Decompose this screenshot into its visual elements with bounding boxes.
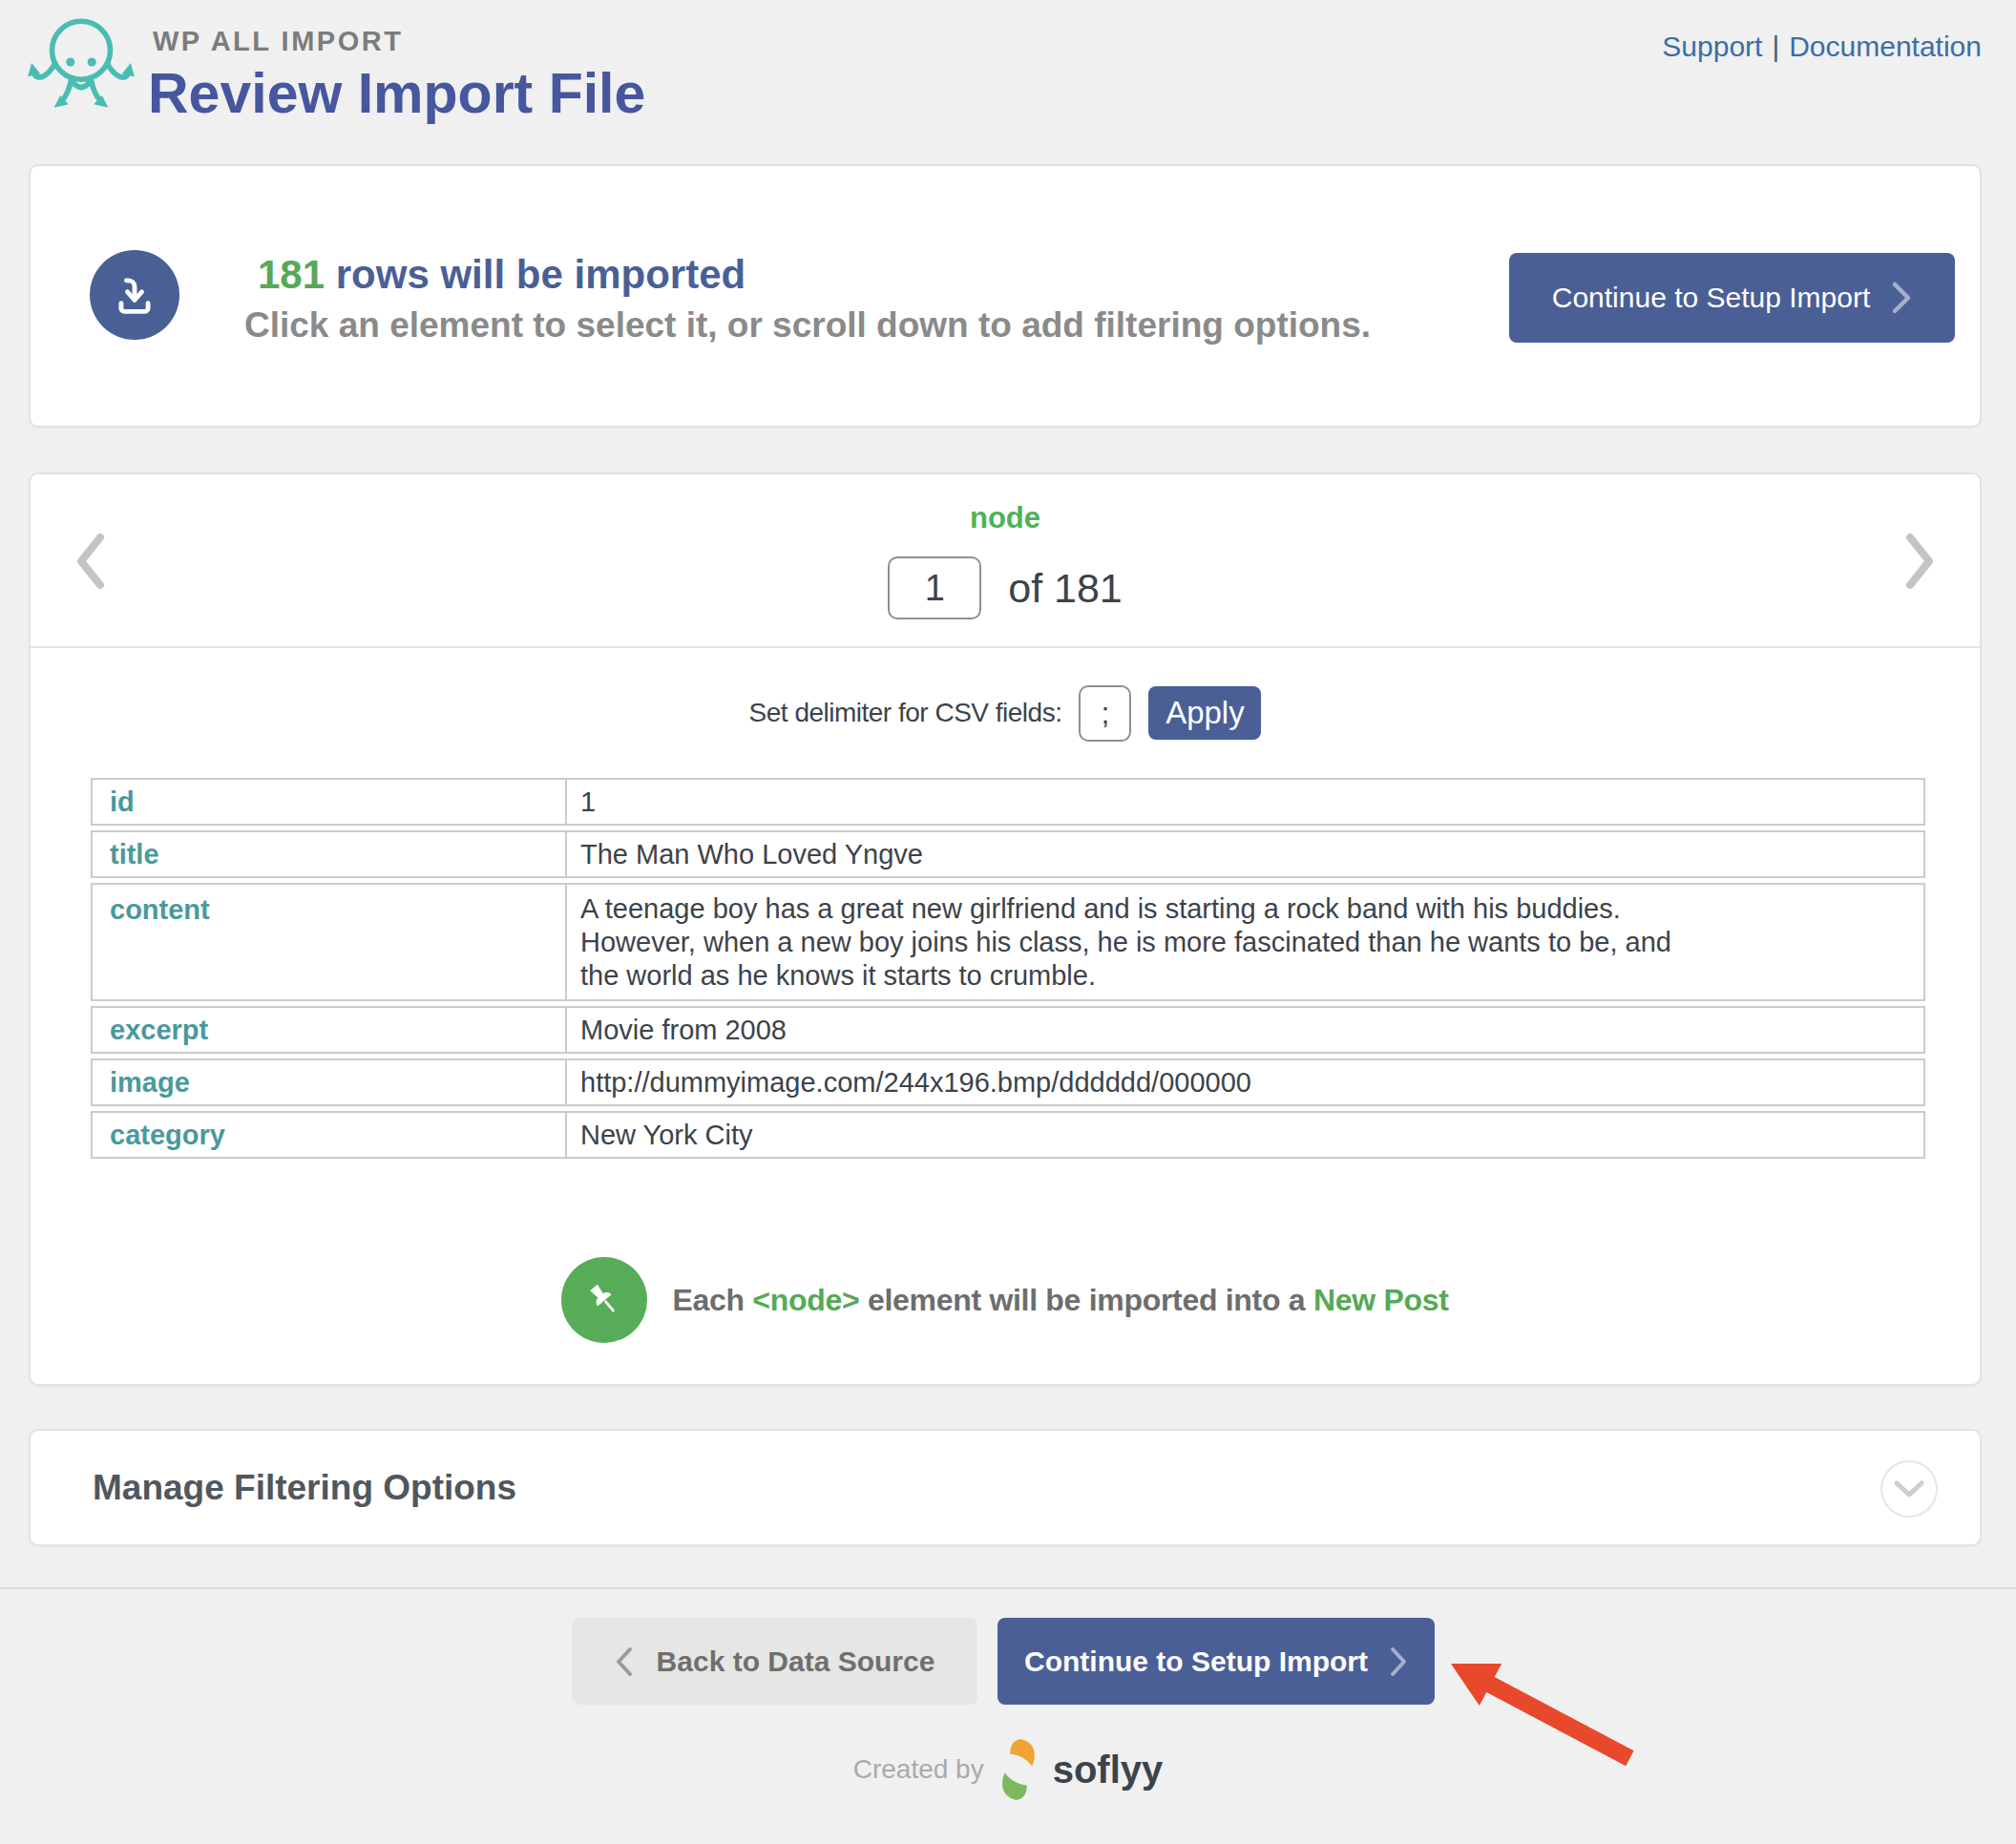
- table-row-excerpt: excerpt Movie from 2008: [91, 1006, 1925, 1054]
- file-preview-card: node of 181 Set delimiter for CSV fields…: [29, 472, 1982, 1386]
- filtering-title: Manage Filtering Options: [93, 1431, 516, 1544]
- new-post-label: New Post: [1313, 1283, 1449, 1317]
- created-by: Created by soflyy: [0, 1735, 2016, 1804]
- apply-delimiter-button[interactable]: Apply: [1148, 686, 1261, 740]
- chevron-left-icon: [615, 1645, 634, 1678]
- field-key[interactable]: excerpt: [93, 1008, 567, 1052]
- node-navigator: node of 181: [31, 474, 1980, 648]
- row-count: 181: [258, 252, 325, 297]
- root-element-name: node: [31, 501, 1980, 535]
- expand-filtering-icon[interactable]: [1880, 1460, 1938, 1518]
- table-row-title: title The Man Who Loved Yngve: [91, 830, 1925, 878]
- import-target-note: Each <node> element will be imported int…: [31, 1257, 1980, 1343]
- back-to-data-source-button[interactable]: Back to Data Source: [572, 1618, 977, 1705]
- import-target-text: Each <node> element will be imported int…: [672, 1283, 1448, 1318]
- field-value[interactable]: The Man Who Loved Yngve: [567, 832, 1923, 876]
- support-link[interactable]: Support: [1662, 31, 1762, 62]
- field-value[interactable]: Movie from 2008: [567, 1008, 1923, 1052]
- wp-all-import-octopus-logo: [25, 13, 137, 115]
- chevron-right-icon: [1891, 281, 1912, 315]
- table-row-content: content A teenage boy has a great new gi…: [91, 883, 1925, 1001]
- field-key[interactable]: content: [93, 885, 567, 999]
- manage-filtering-card[interactable]: Manage Filtering Options: [29, 1429, 1982, 1546]
- pushpin-icon: [561, 1257, 647, 1343]
- field-value[interactable]: New York City: [567, 1113, 1923, 1157]
- download-icon: [90, 250, 179, 340]
- table-row-image: image http://dummyimage.com/244x196.bmp/…: [91, 1058, 1925, 1106]
- created-by-label: Created by: [853, 1754, 984, 1785]
- node-token: <node>: [752, 1283, 859, 1317]
- chevron-right-icon: [1389, 1645, 1408, 1678]
- continue-to-setup-import-button[interactable]: Continue to Setup Import: [998, 1618, 1435, 1705]
- delimiter-label: Set delimiter for CSV fields:: [749, 698, 1062, 728]
- record-preview-table: id 1 title The Man Who Loved Yngve conte…: [91, 778, 1925, 1163]
- rows-subtitle: Click an element to select it, or scroll…: [244, 305, 1371, 346]
- node-total: of 181: [1008, 565, 1123, 612]
- soflyy-icon: [998, 1735, 1040, 1804]
- brand-name: WP ALL IMPORT: [153, 26, 403, 57]
- field-key[interactable]: title: [93, 832, 567, 876]
- node-index-input[interactable]: [888, 556, 981, 619]
- import-summary-card: 181 rows will be imported Click an eleme…: [29, 164, 1982, 428]
- table-row-id: id 1: [91, 778, 1925, 826]
- table-row-category: category New York City: [91, 1111, 1925, 1159]
- delimiter-row: Set delimiter for CSV fields: Apply: [31, 648, 1980, 778]
- page-title: Review Import File: [148, 61, 645, 126]
- field-key[interactable]: category: [93, 1113, 567, 1157]
- review-import-page: WP ALL IMPORT Review Import File Support…: [0, 0, 2016, 1844]
- soflyy-brand[interactable]: soflyy: [1053, 1749, 1164, 1792]
- field-value[interactable]: http://dummyimage.com/244x196.bmp/dddddd…: [567, 1060, 1923, 1104]
- field-key[interactable]: id: [93, 780, 567, 824]
- field-value[interactable]: A teenage boy has a great new girlfriend…: [567, 885, 1923, 999]
- links-separator: |: [1762, 31, 1789, 62]
- continue-to-setup-import-button-top[interactable]: Continue to Setup Import: [1509, 253, 1955, 343]
- field-value[interactable]: 1: [567, 780, 1923, 824]
- documentation-link[interactable]: Documentation: [1789, 31, 1982, 62]
- field-key[interactable]: image: [93, 1060, 567, 1104]
- delimiter-input[interactable]: [1079, 685, 1131, 742]
- footer-divider: [0, 1587, 2016, 1589]
- header-links: Support|Documentation: [1662, 31, 1982, 63]
- rows-heading: 181 rows will be imported: [258, 252, 746, 298]
